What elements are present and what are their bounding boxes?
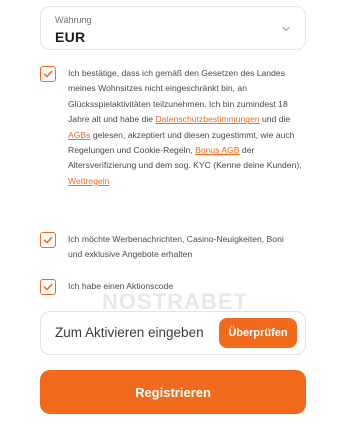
checkmark-icon bbox=[43, 236, 53, 244]
privacy-policy-link[interactable]: Datenschutzbestimmungen bbox=[155, 114, 259, 124]
newsletter-checkbox[interactable] bbox=[40, 232, 56, 248]
terms-text: Ich bestätige, dass ich gemäß den Gesetz… bbox=[68, 68, 302, 186]
register-button[interactable]: Registrieren bbox=[40, 370, 306, 414]
bonus-agb-link[interactable]: Bonus AGB bbox=[195, 145, 239, 155]
checkmark-icon bbox=[43, 70, 53, 78]
check-promo-button[interactable]: Überprüfen bbox=[219, 318, 297, 348]
currency-value: EUR bbox=[55, 29, 86, 45]
currency-label: Währung bbox=[55, 15, 92, 25]
promo-code-input[interactable]: Zum Aktivieren eingeben Überprüfen bbox=[40, 311, 306, 355]
chevron-down-icon bbox=[282, 26, 290, 32]
wettregeln-link[interactable]: Wettregeln bbox=[68, 176, 109, 186]
currency-select[interactable]: Währung EUR bbox=[40, 6, 306, 50]
newsletter-text: Ich möchte Werbenachrichten, Casino-Neui… bbox=[68, 234, 284, 260]
promo-code-placeholder: Zum Aktivieren eingeben bbox=[55, 325, 204, 340]
terms-checkbox[interactable] bbox=[40, 66, 56, 82]
agb-link[interactable]: AGBs bbox=[68, 130, 90, 140]
